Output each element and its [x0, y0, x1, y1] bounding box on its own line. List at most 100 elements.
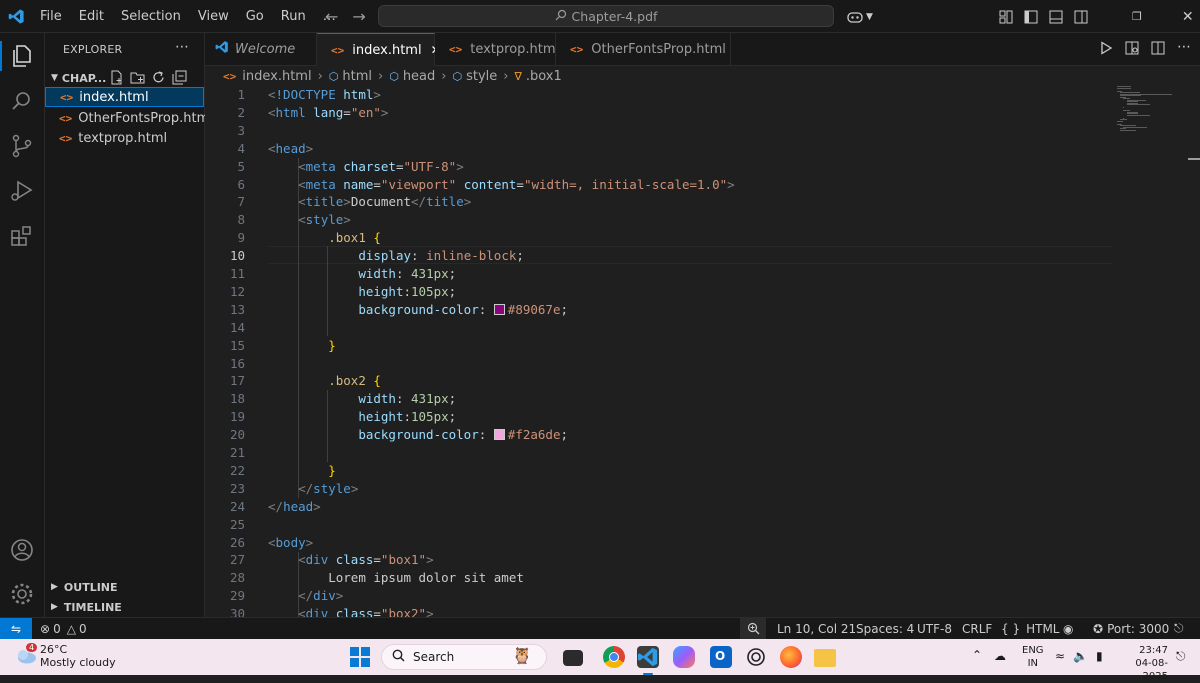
file-item-index[interactable]: <> index.html: [45, 87, 204, 107]
code-line[interactable]: <meta charset="UTF-8">: [268, 159, 464, 174]
code-line[interactable]: </div>: [268, 588, 343, 603]
manage-gear-icon[interactable]: [9, 581, 35, 607]
code-line[interactable]: <style>: [268, 212, 351, 227]
onedrive-sync-icon[interactable]: ☁: [994, 649, 1006, 663]
breadcrumb-html[interactable]: html: [342, 69, 372, 84]
system-tray[interactable]: ≈ 🔈 ▮: [1055, 649, 1103, 663]
more-actions-icon[interactable]: ⋯: [175, 39, 189, 55]
explorer-icon[interactable]: [9, 43, 35, 69]
scrollbar-thumb[interactable]: [1188, 158, 1200, 160]
file-item-textprop[interactable]: <> textprop.html: [45, 128, 204, 148]
code-line[interactable]: </style>: [268, 481, 358, 496]
menu-run[interactable]: Run: [281, 9, 306, 24]
code-line[interactable]: background-color: #89067e;: [268, 302, 568, 317]
code-line[interactable]: <div class="box2">: [268, 606, 434, 617]
clock[interactable]: 23:47 04-08-2025: [1116, 644, 1168, 683]
search-icon[interactable]: [9, 88, 35, 114]
back-arrow-icon[interactable]: ←: [325, 7, 338, 26]
language-mode[interactable]: { } HTML: [1001, 618, 1060, 639]
breadcrumb-style[interactable]: style: [466, 69, 497, 84]
outline-section[interactable]: ▶ OUTLINE: [45, 577, 204, 597]
timeline-section[interactable]: ▶ TIMELINE: [45, 597, 204, 617]
file-item-otherfontsprop[interactable]: <> OtherFontsProp.html: [45, 108, 213, 128]
code-line[interactable]: <body>: [268, 535, 313, 550]
breadcrumb-head[interactable]: head: [403, 69, 435, 84]
source-control-icon[interactable]: [9, 133, 35, 159]
code-line[interactable]: <html lang="en">: [268, 105, 388, 120]
folder-header[interactable]: ▼ CHAP...: [45, 68, 204, 88]
code-editor[interactable]: 1 <!DOCTYPE html> 2 <html lang="en"> 3 4 <head…: [205, 86, 1200, 617]
notification-bell-icon[interactable]: ⎋: [1176, 649, 1186, 664]
toggle-sidebar-icon[interactable]: [1024, 10, 1038, 24]
code-line[interactable]: display: inline-block;: [268, 248, 524, 263]
cursor-position[interactable]: Ln 10, Col 21: [777, 618, 856, 639]
refresh-icon[interactable]: [151, 70, 166, 85]
color-swatch[interactable]: [493, 429, 505, 441]
code-line[interactable]: .box1 {: [268, 230, 381, 245]
firefox-icon[interactable]: [780, 646, 802, 668]
copilot-taskbar-icon[interactable]: [673, 646, 695, 668]
app-tray-icon[interactable]: [563, 650, 583, 666]
new-file-icon[interactable]: [109, 70, 124, 85]
collapse-all-icon[interactable]: [172, 70, 187, 85]
close-window-icon[interactable]: ✕: [1182, 9, 1194, 25]
more-actions-icon[interactable]: ⋯: [1177, 40, 1191, 55]
accounts-icon[interactable]: [9, 537, 35, 563]
code-line[interactable]: height:105px;: [268, 284, 456, 299]
code-line[interactable]: .box2 {: [268, 373, 381, 388]
outlook-icon[interactable]: O: [710, 646, 732, 668]
tab-otherfontsprop-html[interactable]: <> OtherFontsProp.html: [556, 33, 731, 65]
problems-indicator[interactable]: ⊗ 0 △ 0: [40, 618, 87, 639]
indentation[interactable]: Spaces: 4: [856, 618, 914, 639]
code-line[interactable]: width: 431px;: [268, 391, 456, 406]
file-explorer-icon[interactable]: [814, 649, 836, 667]
weather-text[interactable]: 26°C Mostly cloudy: [40, 643, 116, 669]
customize-layout-icon[interactable]: [999, 10, 1013, 24]
code-line[interactable]: <!DOCTYPE html>: [268, 87, 381, 102]
vscode-taskbar-icon[interactable]: [637, 646, 659, 675]
copilot-button[interactable]: ▼: [846, 0, 873, 33]
encoding[interactable]: UTF-8: [917, 618, 952, 639]
chatgpt-icon[interactable]: [745, 646, 767, 668]
menu-edit[interactable]: Edit: [79, 9, 104, 24]
code-line[interactable]: <title>Document</title>: [268, 194, 471, 209]
menu-go[interactable]: Go: [246, 9, 264, 24]
menu-file[interactable]: File: [40, 9, 62, 24]
breadcrumb-box1[interactable]: .box1: [526, 69, 562, 84]
open-preview-icon[interactable]: [1125, 41, 1139, 55]
run-icon[interactable]: [1099, 41, 1113, 55]
forward-arrow-icon[interactable]: →: [352, 7, 365, 26]
menu-view[interactable]: View: [198, 9, 229, 24]
code-line[interactable]: background-color: #f2a6de;: [268, 427, 568, 442]
toggle-secondary-sidebar-icon[interactable]: [1074, 10, 1088, 24]
code-line[interactable]: </head>: [268, 499, 321, 514]
zoom-button[interactable]: [740, 618, 766, 639]
tab-textprop-html[interactable]: <> textprop.html: [435, 33, 559, 65]
code-line[interactable]: }: [268, 338, 336, 353]
run-debug-icon[interactable]: [9, 178, 35, 204]
tab-index-html[interactable]: <> index.html ✕: [317, 33, 441, 66]
remote-indicator[interactable]: ⇋: [0, 618, 32, 639]
code-line[interactable]: <head>: [268, 141, 313, 156]
copilot-status-icon[interactable]: ◉: [1063, 618, 1073, 639]
breadcrumb-file[interactable]: index.html: [242, 69, 311, 84]
code-line[interactable]: <div class="box1">: [268, 552, 434, 567]
code-line[interactable]: <meta name="viewport" content="width=, i…: [268, 177, 735, 192]
taskbar-search[interactable]: Search 🦉: [381, 644, 547, 670]
code-line[interactable]: height:105px;: [268, 409, 456, 424]
tab-welcome[interactable]: Welcome: [205, 33, 317, 65]
weather-widget[interactable]: 4: [14, 643, 38, 668]
restore-window-icon[interactable]: ❐: [1132, 10, 1142, 23]
split-editor-icon[interactable]: [1151, 41, 1165, 55]
end-of-line[interactable]: CRLF: [962, 618, 992, 639]
code-line[interactable]: width: 431px;: [268, 266, 456, 281]
windows-start-icon[interactable]: [350, 647, 370, 667]
chevron-up-icon[interactable]: ⌃: [972, 648, 982, 662]
chrome-icon[interactable]: [603, 646, 625, 668]
extensions-icon[interactable]: [9, 223, 35, 249]
color-swatch[interactable]: [493, 303, 505, 315]
code-line[interactable]: Lorem ipsum dolor sit amet: [268, 570, 524, 585]
toggle-panel-icon[interactable]: [1049, 10, 1063, 24]
notifications-bell-icon[interactable]: ⎋: [1174, 618, 1184, 639]
command-center-search[interactable]: Chapter-4.pdf: [378, 5, 834, 27]
